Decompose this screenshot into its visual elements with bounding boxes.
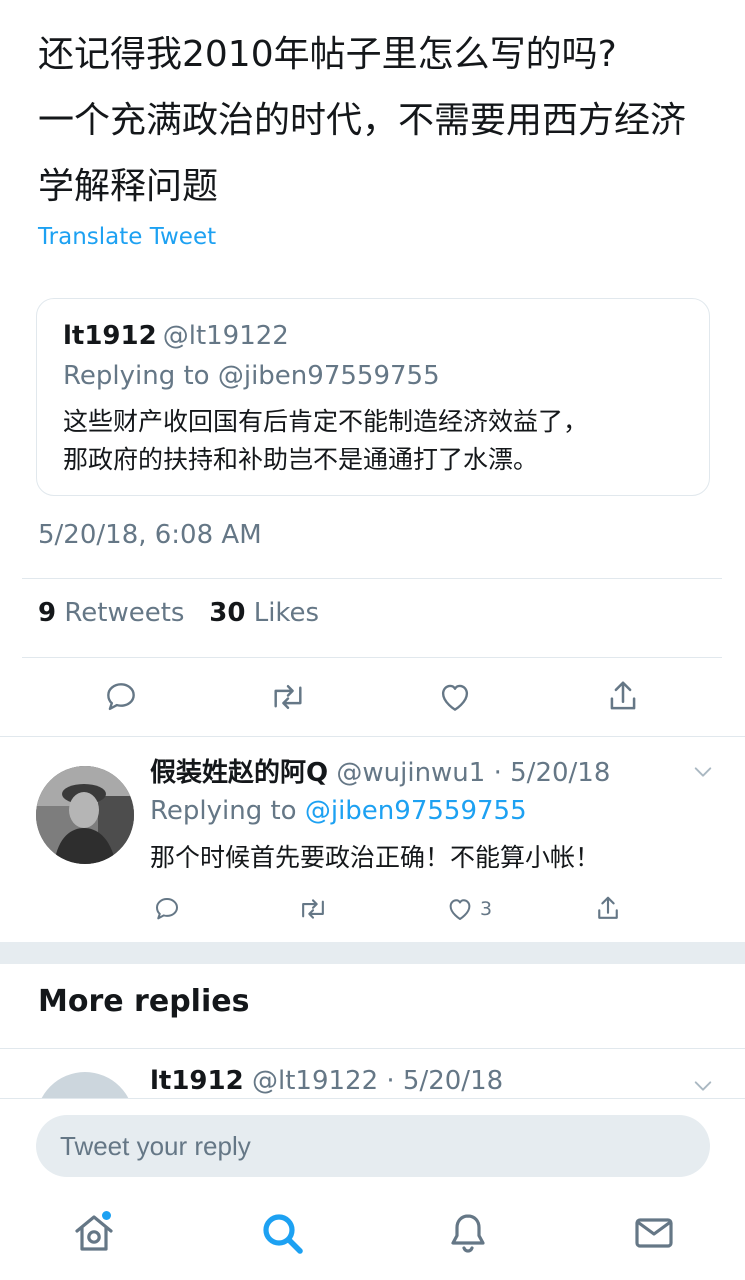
reply-author-handle: @wujinwu1 [336, 758, 486, 788]
share-icon[interactable] [604, 678, 642, 716]
avatar[interactable] [36, 766, 134, 864]
like-icon[interactable] [436, 678, 474, 716]
avatar-photo [36, 766, 134, 864]
replying-to-prefix: Replying to [150, 796, 305, 826]
share-icon[interactable] [593, 894, 623, 924]
reply-header: 假装姓赵的阿Q @wujinwu1 · 5/20/18 [150, 752, 610, 789]
quoted-author-handle: @lt19122 [162, 321, 289, 351]
quoted-replying-to: Replying to @jiben97559755 [63, 361, 440, 391]
chevron-down-icon[interactable] [692, 1076, 714, 1096]
mail-icon[interactable] [630, 1209, 678, 1257]
retweets-stat[interactable]: 9 Retweets [38, 598, 184, 628]
reply-author-name[interactable]: 假装姓赵的阿Q [150, 758, 328, 788]
reply-like-count: 3 [480, 898, 493, 920]
bottom-bar: Tweet your reply [0, 1098, 745, 1280]
tweet-text: 还记得我2010年帖子里怎么写的吗? 一个充满政治的时代，不需要用西方经济学解释… [38, 34, 687, 207]
chevron-down-icon[interactable] [692, 762, 714, 782]
section-separator [0, 942, 745, 964]
bell-icon[interactable] [444, 1209, 492, 1257]
divider [22, 657, 722, 658]
quoted-tweet-card[interactable]: lt1912 @lt19122 Replying to @jiben9755975… [36, 298, 710, 496]
reply-date: 5/20/18 [402, 1066, 504, 1096]
likes-stat[interactable]: 30 Likes [209, 598, 319, 628]
retweet-icon[interactable] [297, 894, 329, 924]
notification-dot [102, 1211, 111, 1220]
tweet-reply-input[interactable]: Tweet your reply [36, 1115, 710, 1177]
likes-count: 30 [209, 598, 246, 628]
divider [0, 1048, 745, 1049]
reply-author-name[interactable]: lt1912 [150, 1066, 244, 1096]
tweet-stats: 9 Retweets 30 Likes [38, 598, 319, 628]
search-icon[interactable] [258, 1209, 306, 1257]
likes-label: Likes [253, 598, 320, 628]
reply-header: lt1912 @lt19122 · 5/20/18 [150, 1066, 503, 1096]
retweets-label: Retweets [64, 598, 185, 628]
more-replies-heading: More replies [38, 984, 250, 1019]
retweet-icon[interactable] [268, 678, 308, 716]
reply-author-handle: @lt19122 [251, 1066, 379, 1096]
reply-replying-to: Replying to @jiben97559755 [150, 796, 527, 826]
retweets-count: 9 [38, 598, 57, 628]
like-icon[interactable] [445, 894, 475, 924]
tweet-timestamp: 5/20/18, 6:08 AM [38, 520, 262, 550]
quoted-author-name: lt1912 [63, 321, 157, 351]
reply-icon[interactable] [102, 678, 140, 716]
reply-date: 5/20/18 [510, 758, 611, 788]
meta-separator: · [485, 758, 511, 788]
translate-tweet-link[interactable]: Translate Tweet [38, 224, 216, 250]
quoted-tweet-header: lt1912 @lt19122 [63, 319, 289, 353]
divider [22, 578, 722, 579]
meta-separator: · [378, 1066, 403, 1096]
quoted-tweet-text: 这些财产收回国有后肯定不能制造经济效益了， 那政府的扶持和补助岂不是通通打了水漂… [63, 407, 589, 474]
reply-text: 那个时候首先要政治正确！不能算小帐！ [150, 843, 601, 872]
reply-icon[interactable] [152, 894, 182, 924]
divider [0, 736, 745, 737]
replying-to-mention[interactable]: @jiben97559755 [305, 796, 527, 826]
